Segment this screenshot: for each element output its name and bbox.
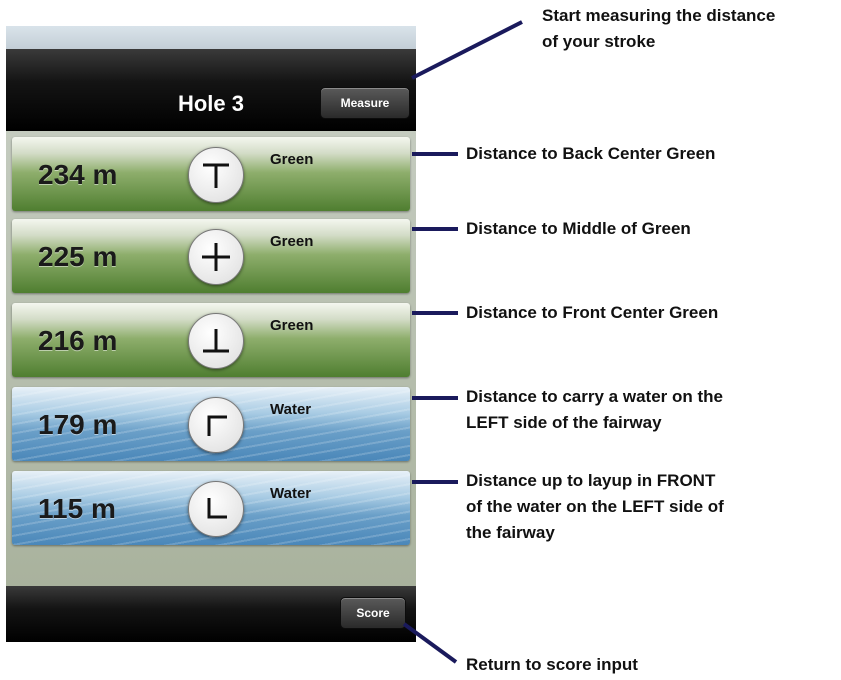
callout-line: of the water on the LEFT side of [466,497,724,516]
water-layup-icon [188,481,244,537]
callout-line: Distance to Middle of Green [466,219,691,238]
callout-line: of your stroke [542,32,656,51]
water-carry-icon [188,397,244,453]
callout-front-center: Distance to Front Center Green [466,300,718,326]
callout-connectors [402,20,523,664]
target-label: Water [270,401,312,418]
callout-score: Return to score input [466,652,638,678]
callout-line: Distance to Back Center Green [466,144,716,163]
callout-line: Start measuring the distance [542,6,776,25]
middle-green-icon [188,229,244,285]
target-label: Green [270,151,314,168]
distance-value: 234 m [38,159,118,190]
distance-value: 225 m [38,241,118,272]
callout-water-carry: Distance to carry a water on the LEFT si… [466,384,723,436]
score-connector [402,622,458,664]
callout-line: Return to score input [466,655,638,674]
target-label: Green [270,317,314,334]
callout-line: the fairway [466,523,555,542]
callout-line: Distance to carry a water on the [466,387,723,406]
callout-line: LEFT side of the fairway [466,413,662,432]
target-label: Water [270,485,312,502]
callout-middle: Distance to Middle of Green [466,216,691,242]
callout-line: Distance to Front Center Green [466,303,719,322]
distance-value: 115 m [38,493,116,524]
measure-connector [411,20,523,80]
callout-back-center: Distance to Back Center Green [466,141,715,167]
back-center-green-icon [188,147,244,203]
distance-value: 216 m [38,325,118,356]
callout-water-layup: Distance up to layup in FRONT of the wat… [466,468,724,546]
distance-value: 179 m [38,409,118,440]
target-label: Green [270,233,314,250]
callout-measure: Start measuring the distance of your str… [542,3,775,55]
callout-line: Distance up to layup in FRONT [466,471,716,490]
front-center-green-icon [188,313,244,369]
